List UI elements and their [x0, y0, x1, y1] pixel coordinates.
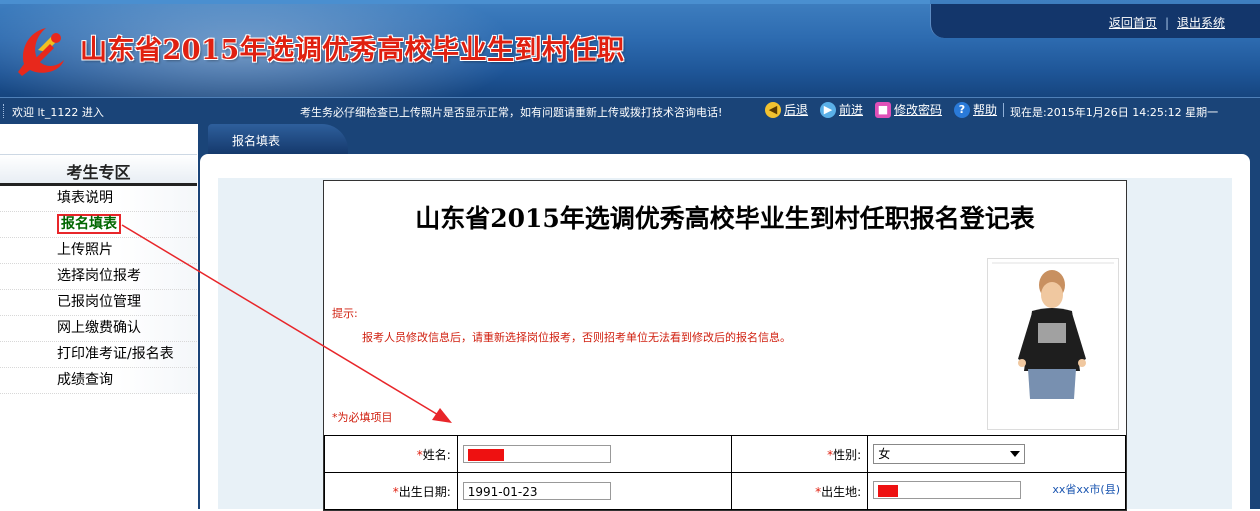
birthplace-input[interactable]	[873, 480, 1022, 499]
party-emblem-icon	[18, 28, 64, 76]
sidebar-item-label: 已报岗位管理	[57, 294, 141, 310]
main-content: 报名填表 山东省2015年选调优秀高校毕业生到村任职报名登记表 提示: 报考人员…	[198, 124, 1260, 511]
birthdate-input[interactable]: 1991-01-23	[462, 482, 611, 500]
tab-registration-form[interactable]: 报名填表	[208, 124, 348, 154]
header-banner: 山东省2015年选调优秀高校毕业生到村任职 返回首页 | 退出系统	[0, 0, 1260, 97]
birthdate-cell: 1991-01-23	[456, 472, 733, 510]
sidebar-item-score-query[interactable]: 成绩查询	[0, 368, 197, 394]
sidebar-item-instructions[interactable]: 填表说明	[0, 186, 197, 212]
sidebar-menu: 填表说明 报名填表 上传照片 选择岗位报考 已报岗位管理 网上缴费确认 打印准考…	[0, 186, 197, 394]
gender-select[interactable]: 女	[873, 444, 1026, 464]
required-note: *为必填项目	[332, 411, 393, 424]
birthplace-label: *出生地:	[731, 472, 869, 510]
forward-link-label: 前进	[839, 103, 864, 117]
sidebar-item-select-position[interactable]: 选择岗位报考	[0, 264, 197, 290]
name-cell	[456, 435, 733, 473]
status-bar: 欢迎 lt_1122 进入 考生务必仔细检查已上传照片是否显示正常，如有问题请重…	[0, 97, 1260, 124]
table-row: *姓名: *性别: 女	[324, 435, 1126, 473]
sidebar-title: 考生专区	[66, 163, 131, 182]
sidebar: 考生专区 填表说明 报名填表 上传照片 选择岗位报考 已报岗位管理 网上缴费确认…	[0, 124, 197, 509]
logout-link[interactable]: 退出系统	[1177, 16, 1225, 30]
birthplace-cell: xx省xx市(县)	[867, 472, 1126, 510]
sidebar-item-manage-positions[interactable]: 已报岗位管理	[0, 290, 197, 316]
tip-text: 报考人员修改信息后，请重新选择岗位报考，否则招考单位无法看到修改后的报名信息。	[362, 331, 791, 344]
sidebar-item-payment-confirm[interactable]: 网上缴费确认	[0, 316, 197, 342]
registration-form: 山东省2015年选调优秀高校毕业生到村任职报名登记表 提示: 报考人员修改信息后…	[323, 180, 1127, 511]
welcome-text: 欢迎 lt_1122 进入	[12, 106, 104, 119]
sidebar-item-label: 打印准考证/报名表	[57, 346, 174, 362]
current-datetime: 现在是:2015年1月26日 14:25:12 星期一	[1010, 106, 1219, 119]
sidebar-item-label: 上传照片	[57, 242, 113, 258]
tip-label: 提示:	[332, 307, 358, 320]
applicant-photo	[987, 258, 1119, 430]
back-link[interactable]: ◀ 后退	[765, 101, 808, 118]
gender-label: *性别:	[731, 435, 869, 473]
sidebar-item-label: 选择岗位报考	[57, 268, 141, 284]
link-separator: |	[1164, 16, 1169, 30]
notice-text: 考生务必仔细检查已上传照片是否显示正常，如有问题请重新上传或拨打技术咨询电话!	[300, 106, 723, 119]
chevron-down-icon	[1010, 451, 1021, 457]
help-icon: ?	[954, 101, 970, 118]
datetime-separator	[1003, 103, 1004, 117]
gender-cell: 女	[867, 435, 1126, 473]
redaction-mark	[878, 484, 899, 497]
birthplace-hint: xx省xx市(县)	[1052, 482, 1120, 496]
sidebar-header: 考生专区	[0, 154, 197, 186]
help-link[interactable]: ? 帮助	[954, 101, 997, 118]
home-link[interactable]: 返回首页	[1109, 16, 1157, 30]
banner-topline	[0, 0, 930, 4]
grip-handle	[3, 104, 6, 118]
redaction-mark	[467, 449, 504, 461]
table-row: *出生日期: 1991-01-23 *出生地: xx省xx市(县)	[324, 472, 1126, 510]
form-title: 山东省2015年选调优秀高校毕业生到村任职报名登记表	[415, 204, 1035, 233]
help-link-label: 帮助	[973, 103, 998, 117]
change-password-link[interactable]: ■ 修改密码	[875, 101, 942, 118]
birthdate-label: *出生日期:	[324, 472, 458, 510]
fields-table: *姓名: *性别: 女 *出生日期: 1991-01-23 *出生地: xx省x…	[324, 435, 1126, 510]
sidebar-item-registration-form[interactable]: 报名填表	[0, 212, 197, 238]
forward-arrow-icon: ▶	[820, 101, 836, 118]
photo-image	[988, 259, 1118, 429]
sidebar-item-label: 报名填表	[57, 214, 121, 234]
top-links-bar: 返回首页 | 退出系统	[930, 4, 1260, 38]
site-title: 山东省2015年选调优秀高校毕业生到村任职	[80, 35, 625, 66]
name-label: *姓名:	[324, 435, 458, 473]
name-input[interactable]	[462, 445, 611, 463]
sidebar-item-print-admission[interactable]: 打印准考证/报名表	[0, 342, 197, 368]
tab-label: 报名填表	[232, 134, 281, 148]
sidebar-item-label: 成绩查询	[57, 372, 113, 388]
sidebar-item-upload-photo[interactable]: 上传照片	[0, 238, 197, 264]
back-arrow-icon: ◀	[765, 101, 781, 118]
sidebar-item-label: 填表说明	[57, 190, 113, 206]
change-password-label: 修改密码	[894, 103, 943, 117]
back-link-label: 后退	[784, 103, 809, 117]
sidebar-item-label: 网上缴费确认	[57, 320, 141, 336]
lock-icon: ■	[875, 101, 891, 118]
forward-link[interactable]: ▶ 前进	[820, 101, 863, 118]
